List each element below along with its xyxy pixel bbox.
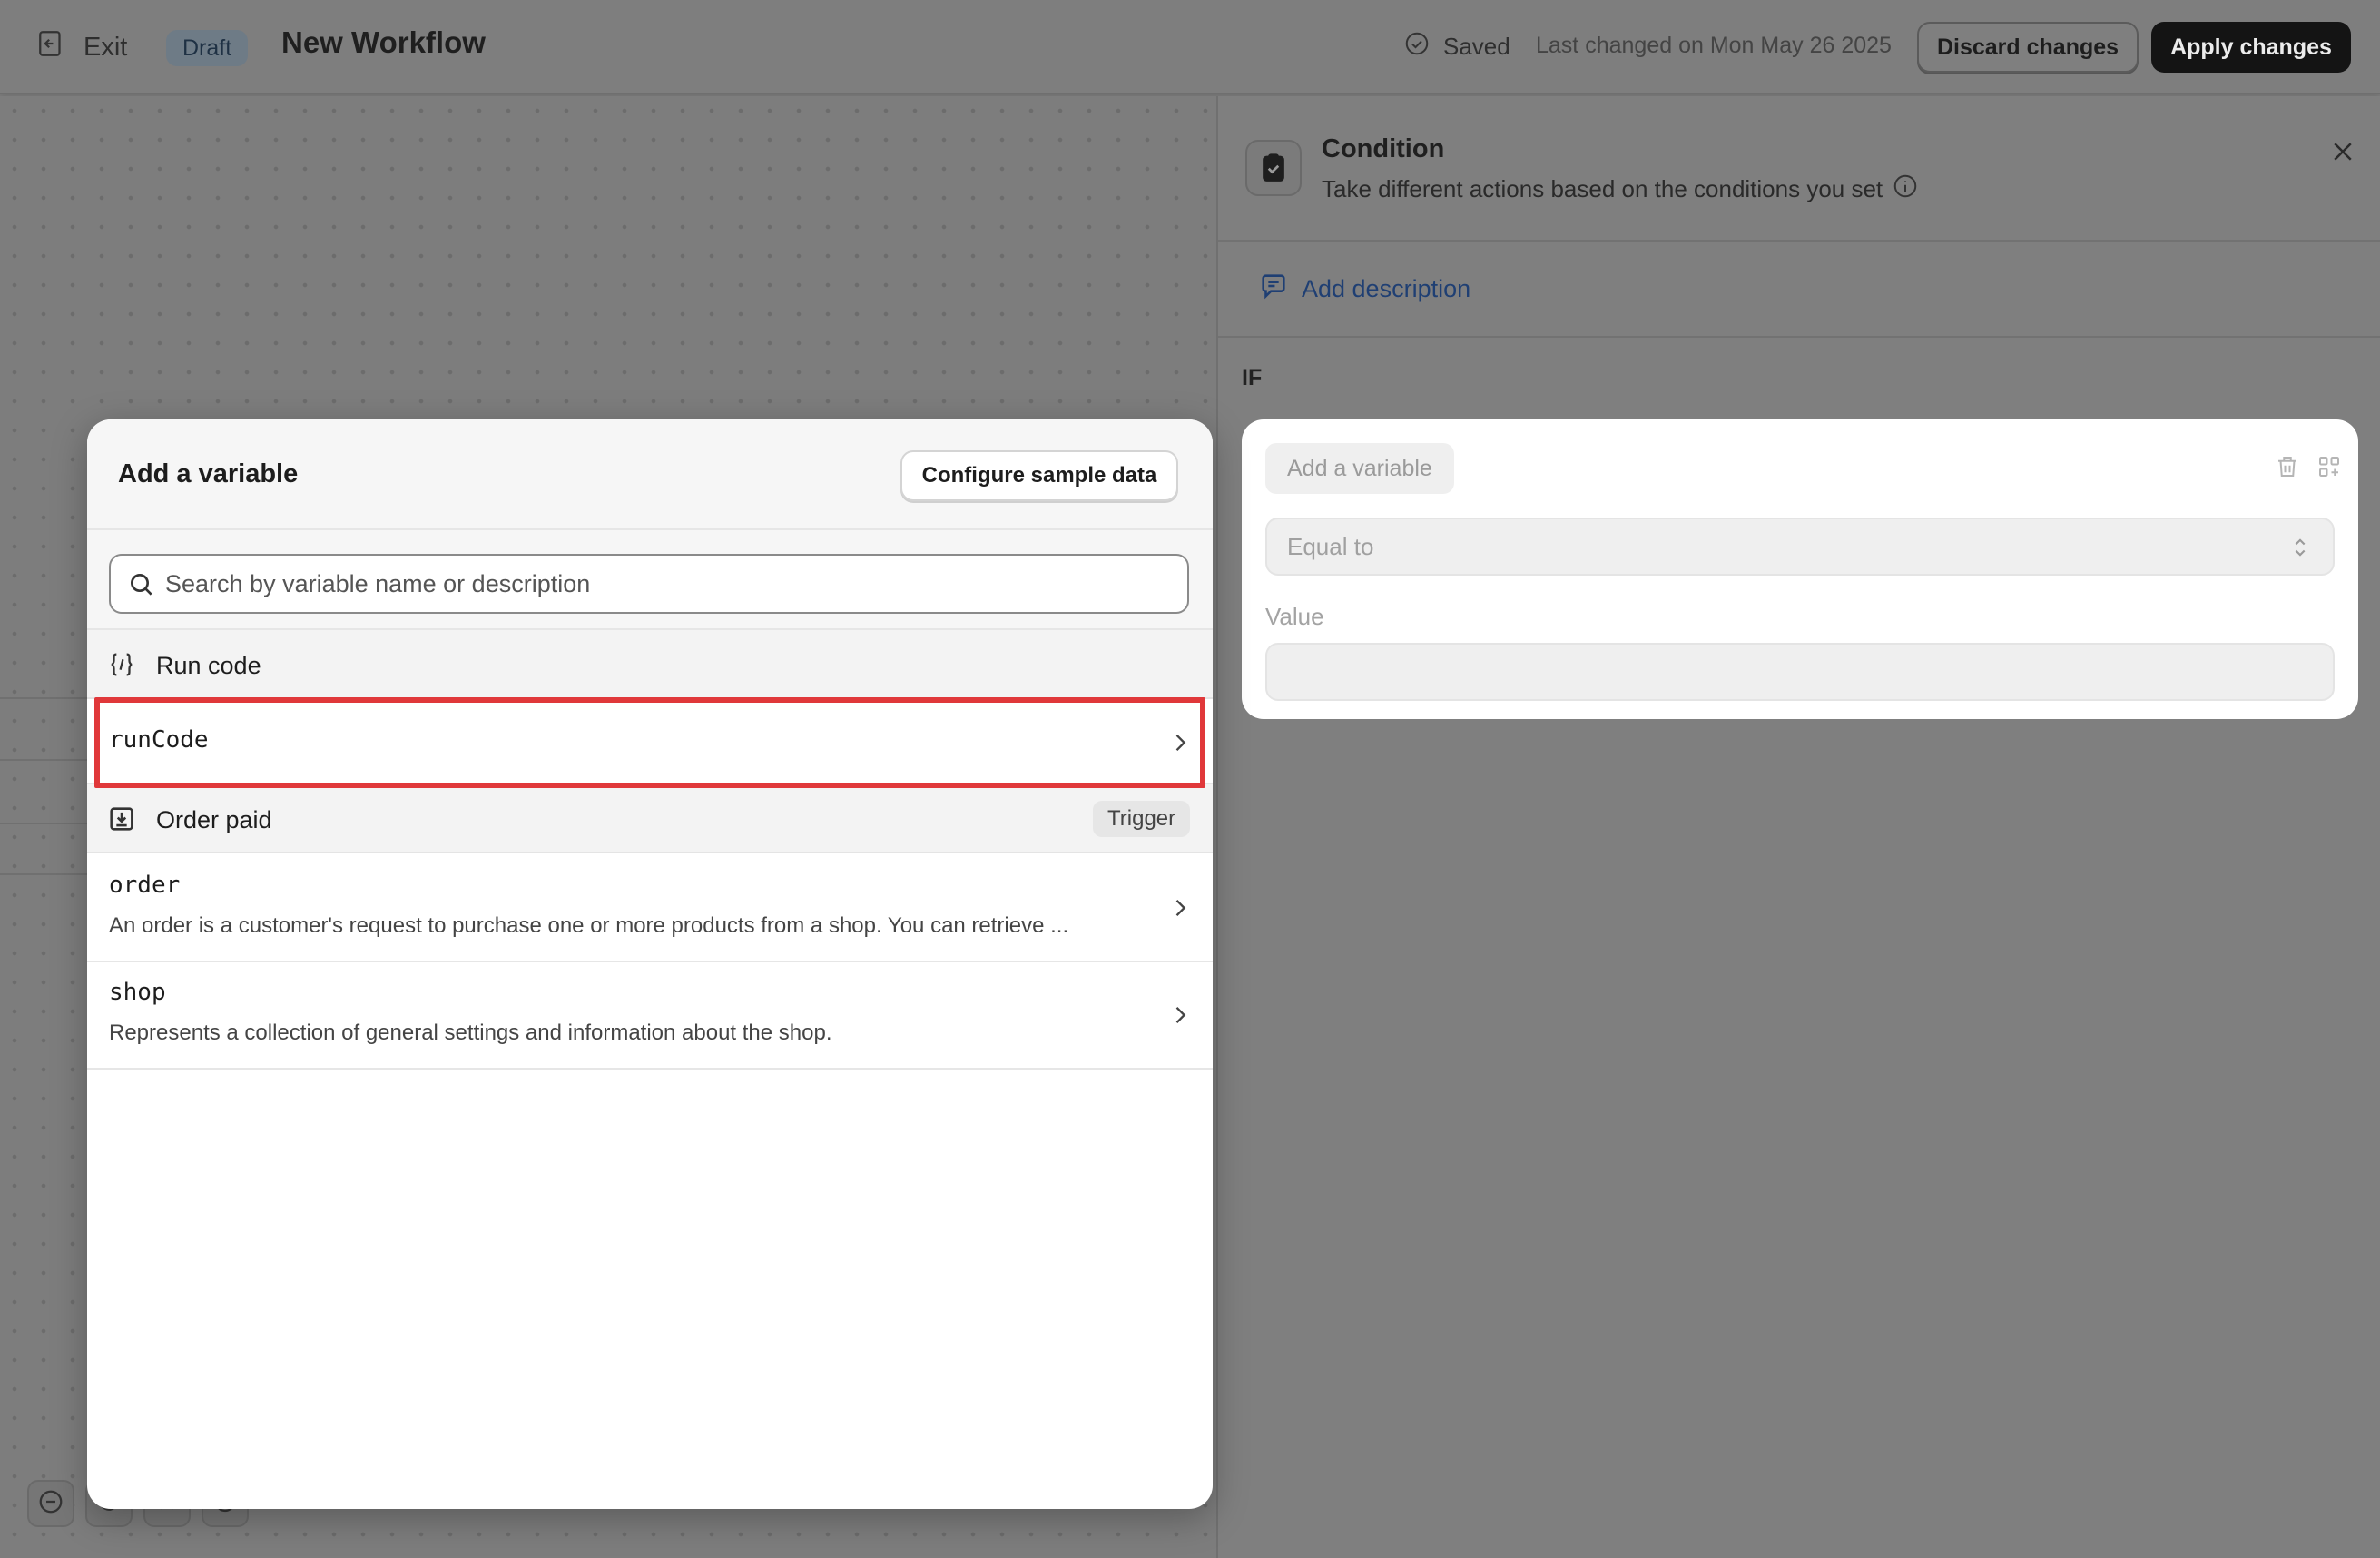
condition-icon [1245, 140, 1302, 196]
divider [1218, 336, 2380, 338]
canvas-divider [0, 697, 100, 699]
variable-description: An order is a customer's request to purc… [109, 913, 1069, 938]
delete-condition-button[interactable] [2271, 452, 2304, 485]
check-circle-icon [1403, 30, 1431, 64]
discard-changes-button[interactable]: Discard changes [1917, 22, 2139, 73]
variable-description: Represents a collection of general setti… [109, 1021, 832, 1045]
operator-value: Equal to [1287, 532, 1374, 560]
divider [1218, 240, 2380, 242]
download-box-icon [105, 803, 138, 835]
variable-name: runCode [109, 726, 209, 754]
condition-card: Add a variable Equal to Value [1242, 419, 2358, 719]
zoom-out-button[interactable] [27, 1480, 74, 1527]
condition-panel: Condition Take different actions based o… [1216, 96, 2380, 1558]
code-braces-icon [105, 648, 138, 681]
panel-subtitle-text: Take different actions based on the cond… [1322, 175, 1883, 202]
saved-indicator: Saved [1403, 30, 1510, 64]
trash-icon [2274, 453, 2301, 485]
section-label: Order paid [156, 806, 272, 833]
exit-button[interactable]: Exit [36, 27, 127, 67]
variable-item-order[interactable]: order An order is a customer's request t… [87, 855, 1213, 962]
variable-name: order [109, 872, 181, 899]
add-description-label: Add description [1302, 275, 1471, 302]
workflow-title[interactable]: New Workflow [281, 25, 486, 60]
apply-changes-button[interactable]: Apply changes [2151, 22, 2351, 73]
add-description-link[interactable]: Add description [1258, 271, 1470, 308]
trigger-badge: Trigger [1093, 801, 1191, 837]
canvas-divider [0, 823, 100, 824]
if-label: IF [1242, 365, 1263, 390]
variable-name: shop [109, 979, 166, 1006]
comment-icon [1258, 271, 1289, 308]
exit-label: Exit [84, 32, 128, 62]
canvas-divider [0, 759, 100, 761]
info-icon[interactable] [1892, 173, 1919, 206]
popover-header: Add a variable Configure sample data [87, 419, 1213, 530]
section-order-paid: Order paid Trigger [87, 784, 1213, 853]
value-input[interactable] [1265, 643, 2335, 701]
saved-label: Saved [1443, 33, 1510, 60]
popover-title: Add a variable [118, 459, 299, 488]
section-run-code: Run code [87, 630, 1213, 699]
top-bar: Exit Draft New Workflow Saved Last chang… [0, 0, 2380, 94]
close-panel-button[interactable] [2320, 131, 2365, 176]
variable-settings-button[interactable] [2313, 452, 2346, 485]
panel-title: Condition [1322, 134, 1445, 163]
add-variable-popover: Add a variable Configure sample data Run… [87, 419, 1213, 1509]
section-label: Run code [156, 652, 261, 679]
variable-item-shop[interactable]: shop Represents a collection of general … [87, 962, 1213, 1070]
zoom-out-icon [37, 1488, 64, 1520]
last-changed-text: Last changed on Mon May 26 2025 [1536, 33, 1892, 58]
grid-icon [2316, 453, 2343, 485]
add-variable-button[interactable]: Add a variable [1265, 443, 1454, 494]
panel-subtitle: Take different actions based on the cond… [1322, 173, 1919, 206]
exit-icon [36, 28, 67, 66]
close-icon [2329, 138, 2356, 170]
search-field[interactable] [109, 554, 1189, 614]
search-input[interactable] [165, 569, 1164, 598]
variable-item-runcode[interactable]: runCode [87, 701, 1213, 784]
operator-select[interactable]: Equal to [1265, 518, 2335, 576]
configure-sample-data-button[interactable]: Configure sample data [900, 450, 1178, 501]
chevron-right-icon [1167, 730, 1193, 755]
chevron-right-icon [1167, 895, 1193, 921]
status-badge: Draft [166, 30, 249, 66]
canvas-divider [0, 873, 100, 875]
chevron-right-icon [1167, 1002, 1193, 1028]
value-label: Value [1265, 603, 1324, 630]
search-bar [87, 530, 1213, 630]
